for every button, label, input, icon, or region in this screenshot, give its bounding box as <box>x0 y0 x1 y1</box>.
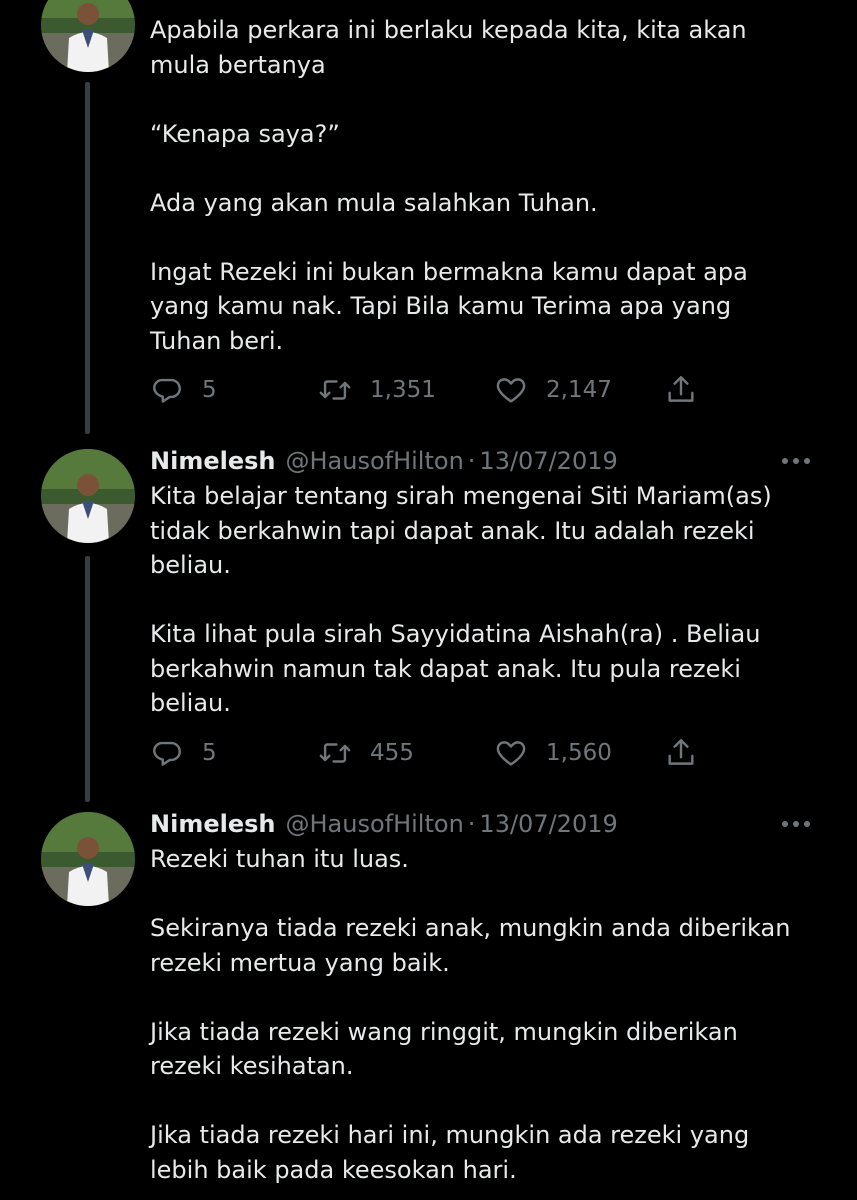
reply-count: 5 <box>202 740 217 766</box>
retweet-icon <box>319 743 351 763</box>
avatar[interactable] <box>41 449 135 543</box>
separator-dot: · <box>467 810 476 838</box>
tweet-header: Nimelesh @HausofHilton · 13/07/2019 <box>150 807 618 841</box>
retweet-button[interactable]: 1,351 <box>318 370 436 410</box>
tweet-text: Kita belajar tentang sirah mengenai Siti… <box>150 482 772 717</box>
heart-icon <box>496 378 526 403</box>
like-button[interactable]: 1,560 <box>494 733 612 773</box>
tweet-text: Rezeki tuhan itu luas. Sekiranya tiada r… <box>150 845 791 1184</box>
display-name[interactable]: Nimelesh <box>150 810 275 838</box>
tweet-date[interactable]: 13/07/2019 <box>479 810 617 838</box>
user-handle[interactable]: @HausofHilton <box>285 447 463 475</box>
user-handle[interactable]: @HausofHilton <box>285 810 463 838</box>
avatar[interactable] <box>41 0 135 72</box>
tweet-header: Nimelesh @HausofHilton · 13/07/2019 <box>150 444 618 478</box>
reply-button[interactable]: 5 <box>150 733 217 773</box>
avatar[interactable] <box>41 812 135 906</box>
share-button[interactable] <box>664 733 698 773</box>
tweet-actions: 5 455 1,560 <box>150 733 710 773</box>
more-button[interactable] <box>776 444 816 478</box>
more-icon <box>782 821 810 827</box>
tweet-date[interactable]: 13/07/2019 <box>479 447 617 475</box>
retweet-icon <box>319 380 351 400</box>
reply-icon <box>153 741 181 766</box>
heart-icon <box>496 741 526 766</box>
more-button[interactable] <box>776 807 816 841</box>
like-count: 1,560 <box>546 740 612 766</box>
retweet-count: 455 <box>370 740 414 766</box>
share-button[interactable] <box>664 370 698 410</box>
tweet-text: Apabila perkara ini berlaku kepada kita,… <box>150 16 748 355</box>
like-count: 2,147 <box>546 377 612 403</box>
thread-line <box>85 556 90 802</box>
retweet-button[interactable]: 455 <box>318 733 414 773</box>
more-icon <box>782 458 810 464</box>
reply-count: 5 <box>202 377 217 403</box>
reply-button[interactable]: 5 <box>150 370 217 410</box>
tweet-actions: 5 1,351 2,147 <box>150 370 710 410</box>
retweet-count: 1,351 <box>370 377 436 403</box>
thread-line <box>85 82 90 434</box>
separator-dot: · <box>467 447 476 475</box>
like-button[interactable]: 2,147 <box>494 370 612 410</box>
display-name[interactable]: Nimelesh <box>150 447 275 475</box>
share-icon <box>668 376 694 402</box>
reply-icon <box>153 378 181 403</box>
share-icon <box>668 739 694 765</box>
